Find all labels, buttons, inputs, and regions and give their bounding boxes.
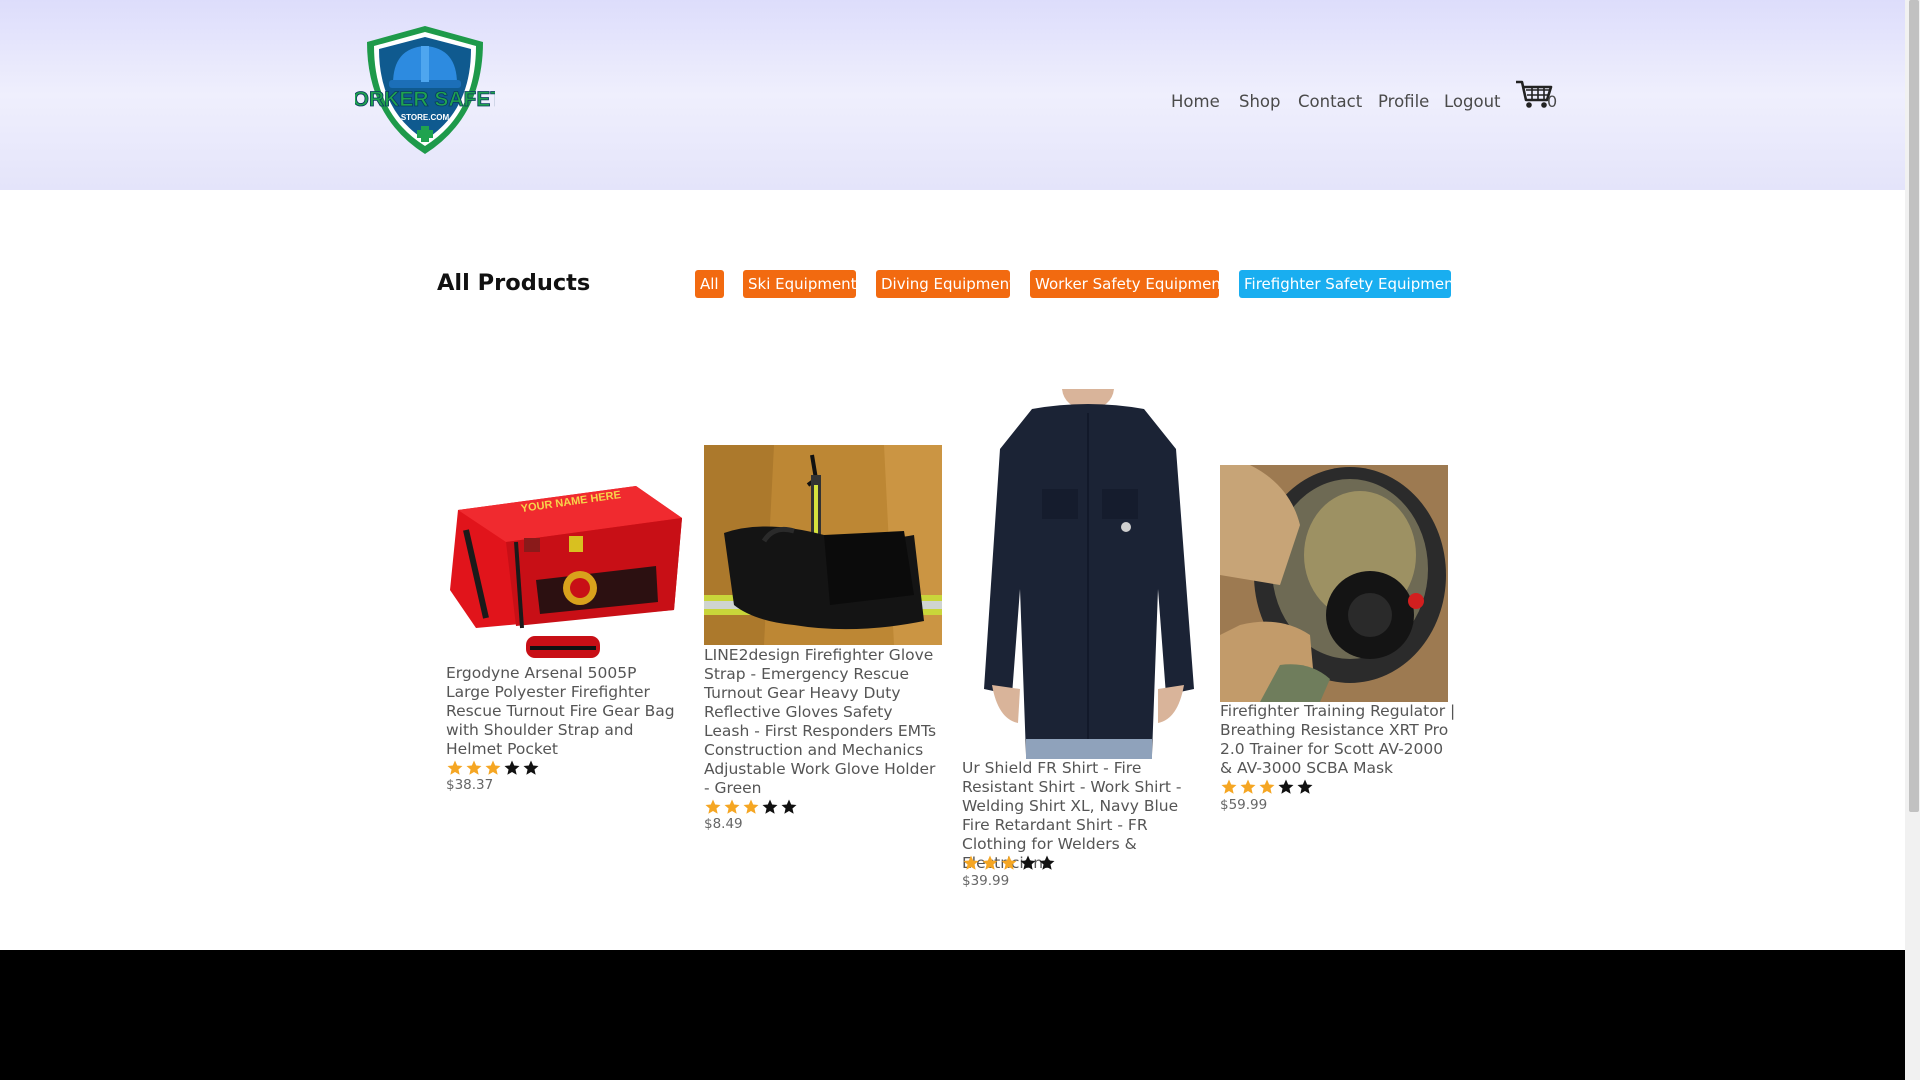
product-card[interactable]: YOUR NAME HERE Ergodyne Arsenal 5005P La… [446,0,686,800]
product-title[interactable]: Firefighter Training Regulator | Breathi… [1220,702,1458,778]
star-empty-icon [762,799,778,814]
star-empty-icon [1020,855,1036,870]
star-filled-icon [1240,779,1256,794]
star-filled-icon [724,799,740,814]
product-card[interactable]: LINE2design Firefighter Glove Strap - Em… [704,0,944,832]
site-header: WORKER SAFETY STORE.COM Home Shop Contac… [0,0,1905,190]
star-filled-icon [485,760,501,775]
product-card[interactable]: Firefighter Training Regulator | Breathi… [1220,0,1460,813]
product-title[interactable]: Ergodyne Arsenal 5005P Large Polyester F… [446,664,684,759]
logo-subtext: STORE.COM [401,113,450,122]
product-rating [446,759,540,777]
product-image[interactable] [962,389,1200,759]
star-filled-icon [1259,779,1275,794]
product-rating [962,854,1056,872]
product-price: $59.99 [1220,797,1268,813]
star-empty-icon [1297,779,1313,794]
cart-count: 0 [1547,92,1558,111]
star-empty-icon [504,760,520,775]
star-filled-icon [466,760,482,775]
star-filled-icon [1221,779,1237,794]
product-price: $38.37 [446,777,494,793]
product-price: $8.49 [704,816,743,832]
star-filled-icon [705,799,721,814]
star-empty-icon [781,799,797,814]
star-empty-icon [1278,779,1294,794]
product-card[interactable]: Ur Shield FR Shirt - Fire Resistant Shir… [962,0,1202,900]
product-rating [1220,778,1314,796]
star-filled-icon [982,855,998,870]
star-filled-icon [743,799,759,814]
star-empty-icon [1039,855,1055,870]
star-empty-icon [523,760,539,775]
site-footer [0,950,1905,1080]
star-filled-icon [1001,855,1017,870]
product-image[interactable] [1220,465,1448,702]
product-image[interactable] [704,445,942,645]
star-filled-icon [963,855,979,870]
product-rating [704,798,798,816]
star-filled-icon [447,760,463,775]
scrollbar-thumb[interactable] [1909,0,1919,812]
product-image[interactable]: YOUR NAME HERE [446,470,684,664]
product-price: $39.99 [962,873,1010,889]
product-title[interactable]: LINE2design Firefighter Glove Strap - Em… [704,646,942,798]
